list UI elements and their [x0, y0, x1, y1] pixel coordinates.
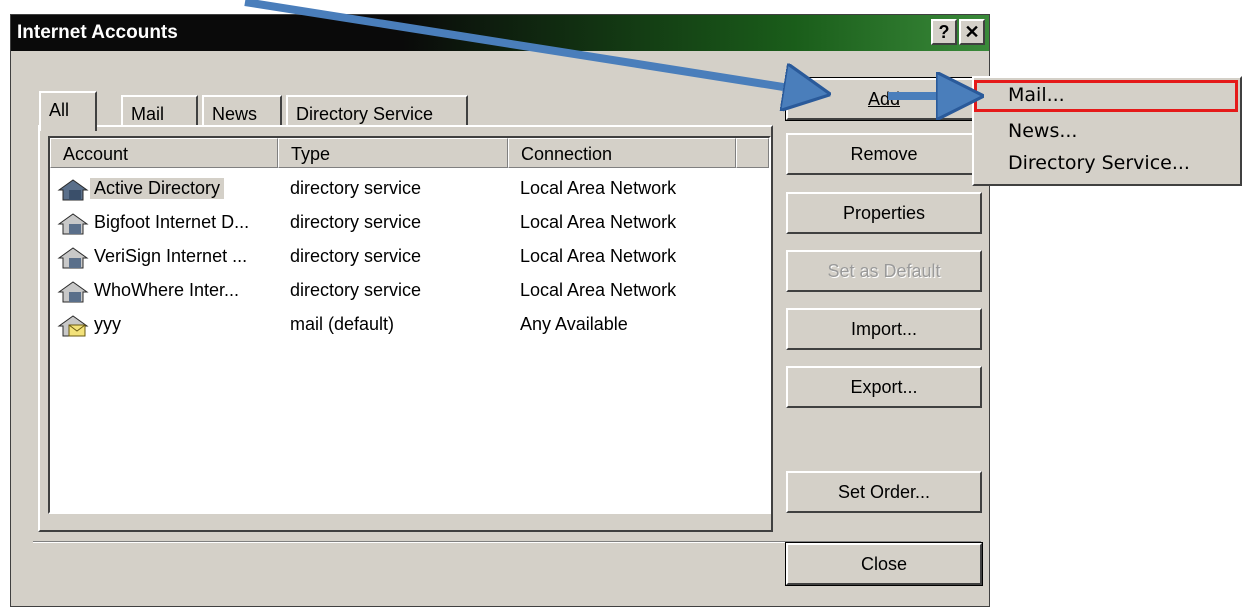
directory-service-icon: [57, 247, 89, 269]
mail-account-icon: [57, 315, 89, 337]
directory-service-icon: [57, 281, 89, 303]
account-row[interactable]: Bigfoot Internet D... directory service …: [50, 206, 750, 240]
tab-mail-label: Mail: [131, 104, 165, 124]
account-type: mail (default): [290, 314, 395, 334]
set-order-button[interactable]: Set Order...: [786, 471, 982, 513]
column-header-filler: [736, 138, 769, 168]
tab-all[interactable]: All: [39, 91, 97, 131]
account-type: directory service: [290, 212, 422, 232]
accounts-list[interactable]: Account Type Connection Active Directory…: [48, 136, 771, 514]
account-connection: Local Area Network: [520, 212, 677, 232]
account-type: directory service: [290, 280, 422, 300]
directory-service-icon: [57, 213, 89, 235]
account-row[interactable]: WhoWhere Inter... directory service Loca…: [50, 274, 750, 308]
column-header-type[interactable]: Type: [278, 138, 508, 168]
account-name: WhoWhere Inter...: [94, 280, 240, 300]
properties-button[interactable]: Properties: [786, 192, 982, 234]
account-name: Bigfoot Internet D...: [94, 212, 250, 232]
tab-news-label: News: [212, 104, 258, 124]
account-type: directory service: [290, 178, 422, 198]
account-connection: Local Area Network: [520, 280, 677, 300]
account-name: yyy: [94, 314, 121, 334]
directory-service-icon: [57, 179, 89, 201]
add-button-label: Add: [867, 89, 901, 109]
account-row[interactable]: Active Directory directory service Local…: [50, 172, 750, 206]
account-name: VeriSign Internet ...: [94, 246, 248, 266]
help-button[interactable]: ?: [931, 19, 957, 45]
tab-directory-service-label: Directory Service: [296, 104, 434, 124]
tab-all-label: All: [49, 100, 70, 120]
account-connection: Local Area Network: [520, 246, 677, 266]
menu-item-directory-service[interactable]: Directory Service...: [1008, 152, 1190, 174]
dialog-title: Internet Accounts: [17, 22, 178, 43]
submenu-arrow-icon: ▶: [952, 89, 966, 109]
account-connection: Any Available: [520, 314, 628, 334]
internet-accounts-dialog: Internet Accounts ? ✕ All Mail News Dire…: [10, 14, 990, 607]
add-submenu: Mail... News... Directory Service...: [972, 76, 1242, 186]
account-type: directory service: [290, 246, 422, 266]
column-header-connection[interactable]: Connection: [508, 138, 736, 168]
import-button[interactable]: Import...: [786, 308, 982, 350]
menu-item-news[interactable]: News...: [1008, 120, 1077, 142]
column-header-account[interactable]: Account: [50, 138, 278, 168]
add-button[interactable]: Add ▶: [785, 77, 983, 121]
account-row[interactable]: yyy mail (default) Any Available: [50, 308, 750, 342]
account-connection: Local Area Network: [520, 178, 677, 198]
account-row[interactable]: VeriSign Internet ... directory service …: [50, 240, 750, 274]
set-as-default-button[interactable]: Set as Default: [786, 250, 982, 292]
remove-button[interactable]: Remove: [786, 133, 982, 175]
close-window-button[interactable]: ✕: [959, 19, 985, 45]
title-bar[interactable]: Internet Accounts ? ✕: [11, 15, 989, 51]
close-button[interactable]: Close: [785, 542, 983, 586]
menu-item-mail[interactable]: Mail...: [1008, 84, 1065, 106]
export-button[interactable]: Export...: [786, 366, 982, 408]
account-name: Active Directory: [90, 178, 225, 199]
